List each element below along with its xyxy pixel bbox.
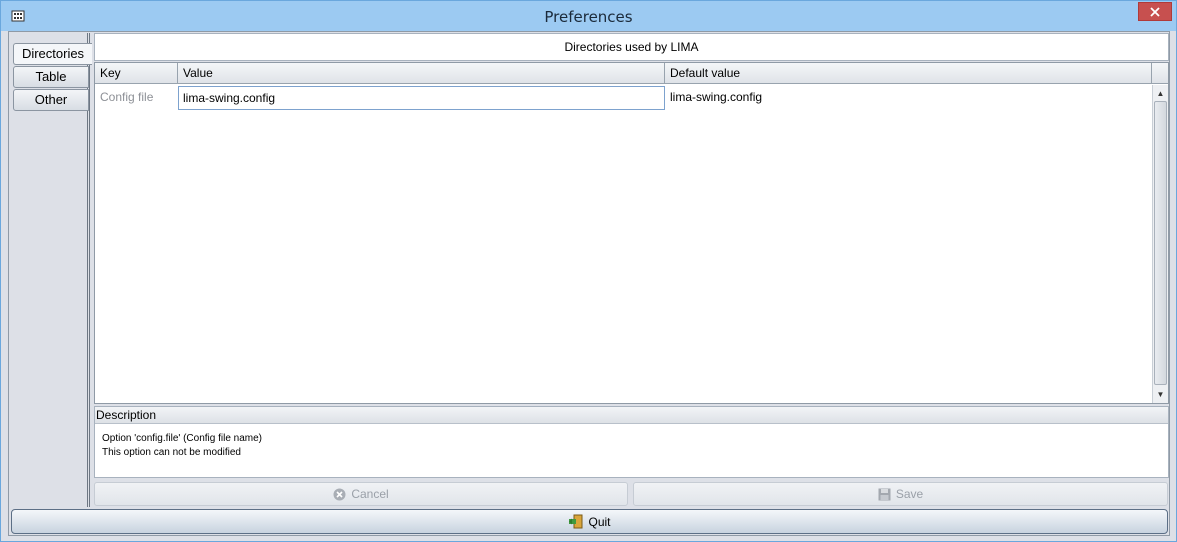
scrollbar-thumb[interactable]: [1154, 101, 1167, 385]
close-icon: [1150, 6, 1160, 17]
preferences-window: Preferences Directories Table Other Dire…: [0, 0, 1177, 542]
row-default-value: lima-swing.config: [670, 90, 763, 104]
table-row[interactable]: Config file lima-swing.config lima-swing…: [95, 85, 1152, 110]
cancel-icon: [333, 488, 346, 500]
exit-door-icon: [569, 514, 583, 529]
directories-panel: Directories used by LIMA Key Value Defau…: [94, 33, 1169, 507]
column-header-default[interactable]: Default value: [665, 63, 1152, 83]
close-button[interactable]: [1138, 2, 1172, 21]
row-key: Config file: [100, 90, 154, 104]
cancel-button[interactable]: Cancel: [94, 482, 628, 506]
title-bar[interactable]: Preferences: [1, 1, 1176, 31]
description-title: Description: [95, 407, 1168, 424]
quit-button[interactable]: Quit: [11, 509, 1168, 534]
column-header-value[interactable]: Value: [178, 63, 665, 83]
table-header: Key Value Default value: [95, 63, 1168, 84]
tab-other[interactable]: Other: [13, 89, 89, 111]
tab-strip: Directories Table Other: [10, 33, 92, 507]
client-area: Directories Table Other Directories used…: [8, 31, 1170, 536]
preferences-table: Key Value Default value Config file lima…: [94, 62, 1169, 404]
column-header-key[interactable]: Key: [95, 63, 178, 83]
floppy-disk-icon: [878, 488, 891, 500]
panel-header: Directories used by LIMA: [94, 33, 1169, 61]
row-value-editor[interactable]: lima-swing.config: [178, 86, 665, 110]
window-title: Preferences: [544, 8, 633, 26]
description-line: Option 'config.file' (Config file name): [102, 433, 263, 444]
quit-label: Quit: [588, 514, 611, 529]
tab-table[interactable]: Table: [13, 66, 89, 88]
scroll-down-icon[interactable]: ▼: [1153, 387, 1168, 401]
save-label: Save: [895, 487, 924, 501]
tab-directories[interactable]: Directories: [13, 43, 92, 65]
scroll-up-icon[interactable]: ▲: [1153, 86, 1168, 100]
description-line: This option can not be modified: [102, 447, 241, 458]
table-scrollbar[interactable]: ▲ ▼: [1152, 85, 1168, 403]
description-box: Description Option 'config.file' (Config…: [94, 406, 1169, 478]
cancel-label: Cancel: [351, 487, 389, 501]
save-button[interactable]: Save: [633, 482, 1168, 506]
